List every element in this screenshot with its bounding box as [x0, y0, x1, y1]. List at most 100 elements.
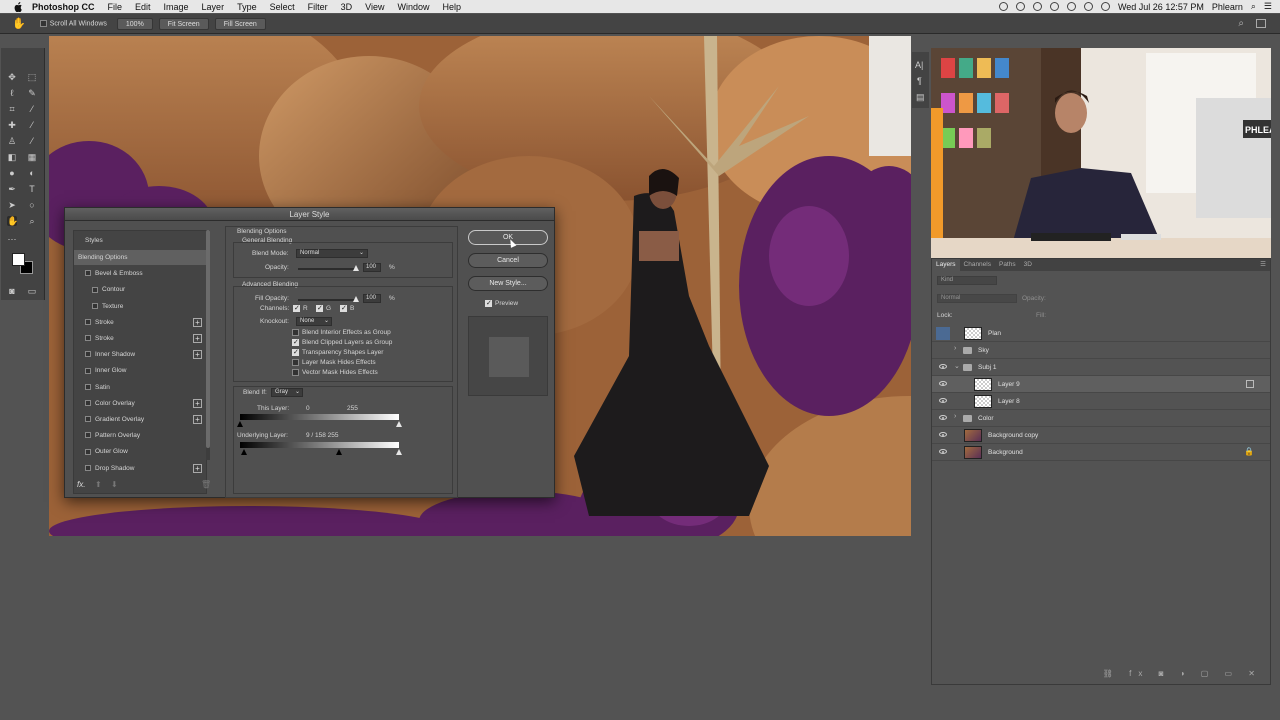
- move-down-icon[interactable]: ⬇: [111, 480, 118, 489]
- layer-row[interactable]: Layer 9: [932, 376, 1270, 393]
- fill-screen-button[interactable]: Fill Screen: [214, 17, 266, 30]
- adv-option-checkbox[interactable]: Vector Mask Hides Effects: [292, 369, 378, 377]
- dropbox-icon[interactable]: [1032, 2, 1042, 11]
- layer-name[interactable]: Layer 9: [998, 381, 1020, 388]
- style-item-satin[interactable]: Satin: [74, 380, 206, 395]
- hand-tool-icon[interactable]: ✋: [12, 17, 26, 30]
- layer-name[interactable]: Sky: [978, 347, 989, 354]
- kind-filter-select[interactable]: Kind: [937, 276, 997, 285]
- add-effect-icon[interactable]: +: [193, 334, 202, 343]
- history-brush-icon[interactable]: ⁄: [27, 136, 37, 146]
- menu-help[interactable]: Help: [442, 2, 461, 12]
- screen-mode-icon[interactable]: ▭: [27, 286, 37, 296]
- add-effect-icon[interactable]: +: [193, 463, 202, 473]
- add-effect-icon[interactable]: +: [193, 415, 202, 424]
- lasso-tool-icon[interactable]: ℓ: [7, 88, 17, 98]
- layer-name[interactable]: Background: [988, 449, 1023, 456]
- menu-view[interactable]: View: [365, 2, 384, 12]
- blend-mode-select[interactable]: Normal ⌄: [296, 249, 368, 258]
- style-checkbox[interactable]: [92, 286, 98, 293]
- style-checkbox[interactable]: [85, 400, 91, 407]
- gradient-tool-icon[interactable]: ▦: [27, 152, 37, 162]
- style-item-outer-glow[interactable]: Outer Glow: [74, 444, 206, 459]
- layer-name[interactable]: Layer 8: [998, 398, 1020, 405]
- channel-g-checkbox[interactable]: G: [316, 304, 331, 312]
- tab-layers[interactable]: Layers: [932, 259, 960, 271]
- style-item-texture[interactable]: Texture: [74, 299, 206, 314]
- this-layer-black-thumb[interactable]: [237, 421, 243, 427]
- channel-r-checkbox[interactable]: R: [293, 304, 308, 312]
- style-item-bevel-emboss[interactable]: Bevel & Emboss: [74, 266, 206, 281]
- menu-file[interactable]: File: [108, 2, 123, 12]
- marquee-tool-icon[interactable]: ⬚: [27, 72, 37, 82]
- style-checkbox[interactable]: [85, 448, 91, 455]
- cancel-button[interactable]: Cancel: [468, 253, 548, 268]
- tab-3d[interactable]: 3D: [1020, 259, 1036, 271]
- zoom-100-button[interactable]: 100%: [116, 17, 153, 30]
- chevron-right-icon[interactable]: ›: [954, 345, 956, 352]
- fill-opacity-slider-thumb[interactable]: [353, 296, 359, 302]
- fill-opacity-input[interactable]: 100: [363, 294, 381, 303]
- hand-tool-icon[interactable]: ✋: [7, 216, 18, 226]
- style-checkbox[interactable]: [85, 383, 91, 390]
- battery-icon[interactable]: [1100, 2, 1110, 11]
- wifi-icon[interactable]: [1066, 2, 1076, 11]
- style-checkbox[interactable]: [92, 302, 98, 309]
- tab-paths[interactable]: Paths: [995, 259, 1020, 271]
- style-checkbox[interactable]: [85, 464, 91, 471]
- underlying-black-thumb-right[interactable]: [336, 449, 342, 455]
- layer-row[interactable]: Layer 8: [932, 393, 1270, 410]
- fx-menu-button[interactable]: fx.: [77, 480, 85, 489]
- menu-type[interactable]: Type: [237, 2, 257, 12]
- chevron-right-icon[interactable]: ›: [954, 413, 956, 420]
- apple-icon[interactable]: [12, 1, 24, 12]
- add-effect-icon[interactable]: +: [193, 317, 202, 327]
- fill-opacity-slider[interactable]: [298, 299, 358, 301]
- eyedropper-icon[interactable]: ⁄: [27, 104, 37, 114]
- clone-stamp-icon[interactable]: ♙: [7, 136, 17, 146]
- move-tool-icon[interactable]: ✥: [7, 72, 17, 82]
- layer-row[interactable]: › Sky: [932, 342, 1270, 359]
- layer-row[interactable]: ⌄ Subj 1: [932, 359, 1270, 376]
- layer-row[interactable]: Background copy: [932, 427, 1270, 444]
- visibility-eye-icon[interactable]: [939, 381, 947, 386]
- add-effect-icon[interactable]: +: [193, 350, 202, 360]
- creative-cloud-icon[interactable]: [1015, 2, 1025, 11]
- quick-mask-icon[interactable]: ◙: [7, 286, 17, 296]
- trash-icon[interactable]: 🗑: [201, 480, 211, 489]
- blend-if-select[interactable]: Gray ⌄: [271, 388, 303, 397]
- visibility-eye-icon[interactable]: [939, 364, 947, 369]
- styles-scroll-thumb[interactable]: [206, 230, 210, 448]
- style-item-gradient-overlay[interactable]: Gradient Overlay +: [74, 412, 206, 427]
- tab-channels[interactable]: Channels: [960, 259, 995, 271]
- adv-option-checkbox[interactable]: Blend Interior Effects as Group: [292, 329, 391, 336]
- move-up-icon[interactable]: ⬆: [95, 480, 102, 489]
- style-item-inner-glow[interactable]: Inner Glow: [74, 363, 206, 378]
- character-panel-icon[interactable]: A|: [915, 60, 923, 70]
- style-item-pattern-overlay[interactable]: Pattern Overlay: [74, 428, 206, 443]
- knockout-select[interactable]: None ⌄: [296, 317, 332, 326]
- menu-filter[interactable]: Filter: [308, 2, 328, 12]
- foreground-color-swatch[interactable]: [12, 253, 25, 266]
- dodge-tool-icon[interactable]: ◐: [27, 168, 37, 178]
- time-machine-icon[interactable]: [1049, 2, 1059, 11]
- layer-name[interactable]: Subj 1: [978, 364, 996, 371]
- visibility-toggle-icon[interactable]: [936, 327, 950, 340]
- workspace-icon[interactable]: [1256, 19, 1266, 28]
- style-checkbox[interactable]: [85, 270, 91, 277]
- panel-menu-icon[interactable]: ☰: [1256, 259, 1270, 271]
- adv-option-checkbox[interactable]: Layer Mask Hides Effects: [292, 359, 376, 367]
- spotlight-icon[interactable]: ⌕: [1251, 1, 1256, 12]
- more-tools-icon[interactable]: ⋯: [7, 234, 17, 244]
- style-item-blending-options[interactable]: Blending Options: [74, 250, 206, 265]
- layer-row[interactable]: Background 🔒: [932, 444, 1270, 461]
- adjustments-panel-icon[interactable]: ▤: [916, 92, 925, 103]
- menu-select[interactable]: Select: [270, 2, 295, 12]
- menu-window[interactable]: Window: [397, 2, 429, 12]
- fit-screen-button[interactable]: Fit Screen: [158, 17, 209, 30]
- style-checkbox[interactable]: [85, 367, 91, 374]
- zoom-tool-icon[interactable]: ⌕: [27, 216, 37, 226]
- layer-row[interactable]: › Color: [932, 410, 1270, 427]
- style-item-stroke[interactable]: Stroke +: [74, 331, 206, 346]
- path-select-icon[interactable]: ➤: [7, 200, 17, 210]
